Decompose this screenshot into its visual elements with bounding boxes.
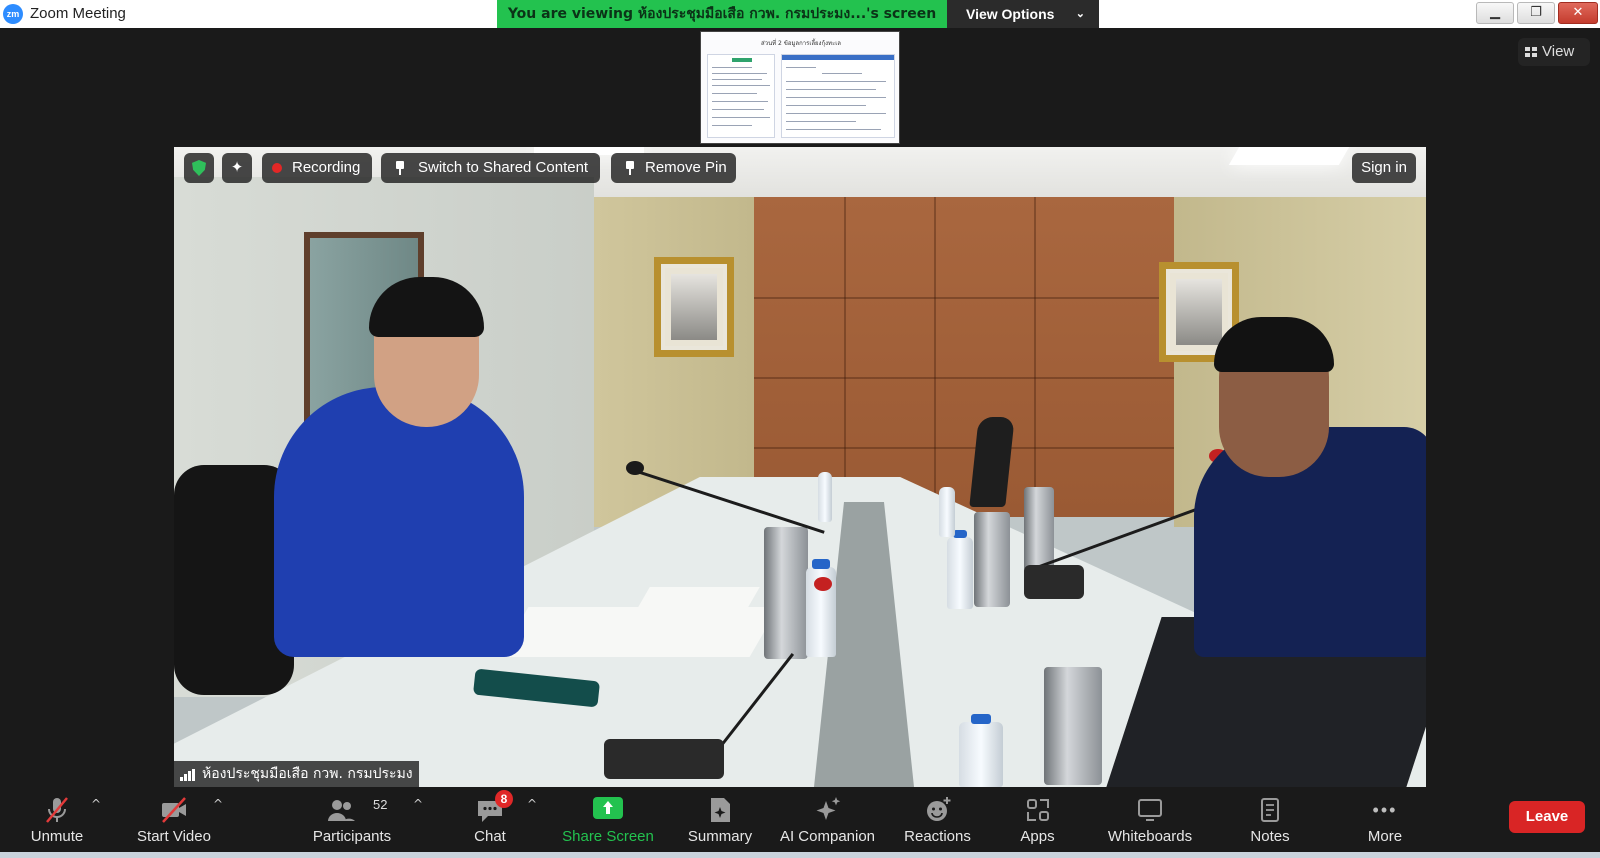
view-label: View: [1542, 43, 1575, 60]
chat-unread-badge: 8: [495, 790, 513, 808]
participants-count: 52: [373, 797, 388, 812]
taskbar-edge: [0, 852, 1600, 858]
ai-companion-label: AI Companion: [779, 828, 876, 845]
notes-label: Notes: [1250, 828, 1290, 845]
view-options-label: View Options: [966, 6, 1055, 22]
chat-options-caret[interactable]: ^: [527, 797, 537, 811]
grid-icon: [1525, 47, 1537, 57]
chevron-down-icon: ⌄: [1075, 8, 1085, 20]
share-screen-label: Share Screen: [562, 828, 654, 845]
summary-label: Summary: [687, 828, 753, 845]
shared-screen-title: ส่วนที่ 2 ข้อมูลการเลี้ยงกุ้งทะเล: [761, 40, 841, 47]
view-layout-button[interactable]: View: [1518, 38, 1590, 66]
more-button[interactable]: ••• More: [1355, 787, 1415, 851]
switch-to-shared-content-button[interactable]: Switch to Shared Content: [381, 153, 600, 183]
reactions-label: Reactions: [904, 828, 971, 845]
ai-companion-button[interactable]: AI Companion: [775, 787, 880, 851]
close-button[interactable]: ✕: [1558, 2, 1598, 24]
reactions-button[interactable]: Reactions: [895, 787, 980, 851]
participant-video[interactable]: ✦ Recording Switch to Shared Content Rem…: [174, 147, 1426, 787]
smiley-plus-icon: [926, 797, 950, 821]
apps-label: Apps: [1020, 828, 1055, 845]
whiteboard-icon: [1138, 799, 1162, 821]
portrait-frame: [654, 257, 734, 357]
participant-person: [274, 387, 524, 657]
view-options-dropdown[interactable]: View Options ⌄: [947, 0, 1099, 28]
sparkle-icon: [816, 797, 840, 820]
summary-document-icon: [711, 798, 730, 822]
shared-document-left: [707, 54, 775, 138]
sparkle-icon: ✦: [230, 159, 244, 176]
shared-document-right: [781, 54, 895, 138]
remove-pin-button[interactable]: Remove Pin: [611, 153, 736, 183]
notes-button[interactable]: Notes: [1235, 787, 1305, 851]
participants-button[interactable]: 52 Participants: [307, 787, 397, 851]
restore-button[interactable]: ❐: [1517, 2, 1555, 24]
notes-icon: [1261, 798, 1279, 822]
start-video-label: Start Video: [137, 828, 211, 845]
participant-name-tag: ห้องประชุมมือเสือ กวพ. กรมประมง: [174, 761, 419, 787]
participant-name: ห้องประชุมมือเสือ กวพ. กรมประมง: [202, 766, 413, 782]
window-title: Zoom Meeting: [30, 5, 126, 22]
summary-button[interactable]: Summary: [680, 787, 760, 851]
signal-bars-icon: [180, 769, 196, 781]
chat-button[interactable]: 8 Chat: [460, 787, 520, 851]
pin-icon: [625, 161, 635, 175]
sign-in-button[interactable]: Sign in: [1352, 153, 1416, 183]
record-dot-icon: [272, 163, 282, 173]
ellipsis-icon: •••: [1372, 800, 1398, 820]
recording-label: Recording: [292, 159, 361, 176]
ai-companion-indicator[interactable]: ✦: [222, 153, 252, 183]
whiteboards-button[interactable]: Whiteboards: [1100, 787, 1200, 851]
participants-label: Participants: [312, 828, 392, 845]
ceiling-light: [1228, 147, 1350, 165]
zoom-logo-icon: zm: [3, 4, 23, 24]
security-button[interactable]: [184, 153, 214, 183]
share-screen-button[interactable]: Share Screen: [558, 787, 658, 851]
audio-options-caret[interactable]: ^: [91, 797, 101, 811]
unmute-label: Unmute: [30, 828, 84, 845]
apps-button[interactable]: Apps: [1005, 787, 1070, 851]
remove-pin-label: Remove Pin: [645, 159, 727, 176]
chat-label: Chat: [474, 828, 506, 845]
meeting-toolbar: Unmute ^ Start Video ^ 52 Participants ^…: [0, 787, 1600, 858]
people-icon: [328, 800, 356, 821]
unmute-button[interactable]: Unmute: [17, 787, 97, 851]
viewing-screen-banner: You are viewing ห้องประชุมมือเสือ กวพ. ก…: [497, 0, 947, 28]
leave-button[interactable]: Leave: [1509, 801, 1585, 833]
video-options-caret[interactable]: ^: [213, 797, 223, 811]
participants-options-caret[interactable]: ^: [413, 797, 423, 811]
video-camera-off-icon: [162, 797, 186, 823]
minimize-button[interactable]: ▁: [1476, 2, 1514, 24]
shared-screen-thumbnail[interactable]: ส่วนที่ 2 ข้อมูลการเลี้ยงกุ้งทะเล: [700, 31, 900, 144]
recording-indicator[interactable]: Recording: [262, 153, 372, 183]
shield-check-icon: [192, 160, 206, 176]
switch-label: Switch to Shared Content: [418, 159, 589, 176]
start-video-button[interactable]: Start Video: [130, 787, 218, 851]
more-label: More: [1367, 828, 1403, 845]
microphone-muted-icon: [46, 797, 68, 823]
pin-icon: [395, 161, 405, 175]
share-arrow-up-icon: [593, 797, 623, 819]
whiteboards-label: Whiteboards: [1107, 828, 1193, 845]
apps-grid-icon: [1026, 799, 1049, 821]
